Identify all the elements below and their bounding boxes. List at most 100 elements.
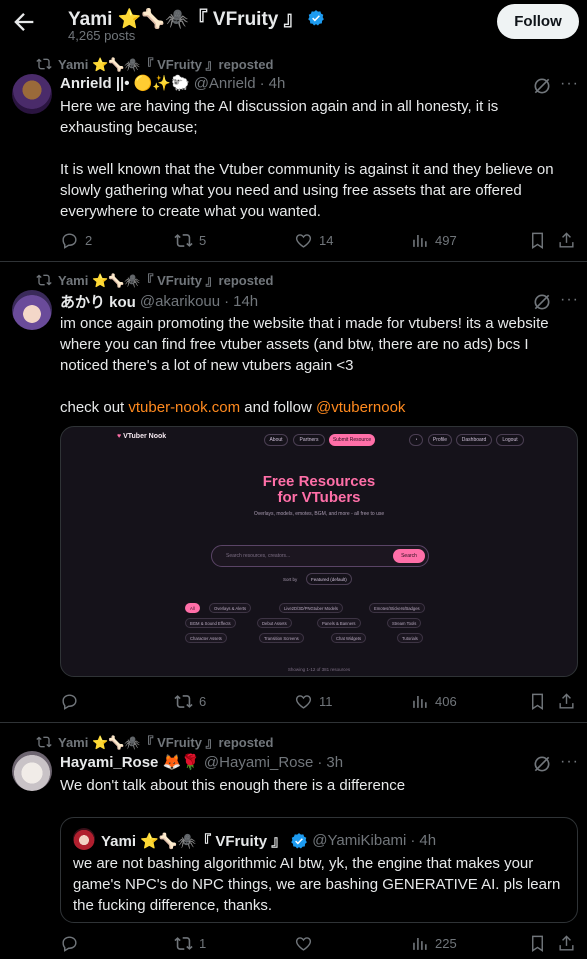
more-options-icon[interactable]: ···: [560, 753, 579, 771]
author-handle[interactable]: @Anrield: [194, 75, 256, 92]
quote-author-line: Yami ⭐🦴🕷️『 VFruity 』 @YamiKibami · 4h: [101, 830, 436, 851]
repost-icon: [174, 695, 193, 708]
verified-icon: [291, 832, 308, 848]
media-nav-item: Profile: [428, 434, 452, 446]
post-time[interactable]: 14h: [233, 293, 258, 310]
tweet-media-image[interactable]: ♥ VTuber Nook About Partners Submit Reso…: [60, 426, 578, 677]
repost-button[interactable]: 5: [174, 231, 206, 250]
media-brand: ♥ VTuber Nook: [117, 433, 166, 440]
repost-label: Yami ⭐🦴🕷️『 VFruity 』reposted: [58, 273, 274, 288]
author-line: あかり kou @akarikouu · 14h: [60, 291, 258, 312]
post-time[interactable]: 3h: [326, 754, 343, 771]
quote-avatar[interactable]: [73, 828, 95, 850]
repost-indicator: Yami ⭐🦴🕷️『 VFruity 』reposted: [36, 270, 273, 289]
avatar[interactable]: [12, 74, 52, 114]
tweet[interactable]: Yami ⭐🦴🕷️『 VFruity 』reposted Hayami_Rose…: [0, 723, 587, 959]
repost-count: 6: [199, 694, 207, 709]
repost-button[interactable]: 6: [174, 692, 206, 711]
tweet-paragraph: Here we are having the AI discussion aga…: [60, 98, 499, 136]
arrow-left-icon[interactable]: [10, 8, 38, 36]
like-button[interactable]: 11: [294, 692, 333, 711]
media-chip: Panels & Banners: [317, 618, 361, 628]
media-chip: Tutorials: [397, 633, 423, 643]
follow-button[interactable]: Follow: [497, 4, 579, 39]
share-icon[interactable]: [557, 231, 576, 250]
share-icon[interactable]: [557, 692, 576, 711]
repost-icon: [174, 234, 193, 247]
profile-header: Yami ⭐🦴🕷️『 VFruity 』 4,265 posts Follow: [0, 0, 587, 48]
reply-icon: [62, 233, 77, 249]
quote-post-time[interactable]: 4h: [419, 832, 436, 849]
avatar[interactable]: [12, 290, 52, 330]
media-chip: Transition Screens: [259, 633, 304, 643]
repost-icon: [36, 736, 52, 747]
views-button[interactable]: 225: [410, 934, 457, 953]
views-count: 406: [435, 694, 457, 709]
reply-button[interactable]: [60, 934, 85, 953]
bookmark-icon[interactable]: [528, 934, 547, 953]
media-nav-item: Logout: [496, 434, 524, 446]
grok-icon[interactable]: [532, 754, 552, 774]
media-search-button: Search: [393, 549, 425, 563]
author-name[interactable]: Hayami_Rose 🦊🌹: [60, 753, 200, 771]
media-chip: All: [185, 603, 200, 613]
views-icon: [413, 234, 427, 247]
media-brand-text: VTuber Nook: [123, 433, 167, 440]
media-sort-select: Featured (default): [306, 573, 352, 585]
author-handle[interactable]: @Hayami_Rose: [204, 754, 313, 771]
repost-button[interactable]: 1: [174, 934, 206, 953]
media-chip: Character Assets: [185, 633, 227, 643]
media-nav-item: Partners: [293, 434, 325, 446]
media-chip: Emotes/Stickers/Badges: [369, 603, 425, 613]
media-chip: Stream Tools: [387, 618, 422, 628]
media-chip: BGM & Sound Effects: [185, 618, 236, 628]
heart-icon: [295, 695, 312, 709]
like-button[interactable]: [294, 934, 319, 953]
website-link[interactable]: vtuber-nook.com: [128, 399, 240, 416]
quote-author-handle[interactable]: @YamiKibami: [312, 832, 406, 849]
mention-link[interactable]: @vtubernook: [316, 399, 405, 416]
author-name[interactable]: Anrield ||• 🟡✨🐑: [60, 74, 190, 92]
quote-author-name[interactable]: Yami ⭐🦴🕷️『 VFruity 』: [101, 830, 286, 851]
repost-indicator: Yami ⭐🦴🕷️『 VFruity 』reposted: [36, 732, 273, 751]
media-footer: Showing 1-12 of 381 resources: [287, 667, 351, 672]
views-button[interactable]: 497: [410, 231, 457, 250]
quoted-tweet[interactable]: Yami ⭐🦴🕷️『 VFruity 』 @YamiKibami · 4h we…: [60, 817, 578, 923]
views-button[interactable]: 406: [410, 692, 457, 711]
repost-count: 5: [199, 233, 207, 248]
avatar[interactable]: [12, 751, 52, 791]
profile-name: Yami ⭐🦴🕷️『 VFruity 』: [68, 9, 303, 30]
tweet-text: We don't talk about this enough there is…: [60, 775, 570, 796]
repost-icon: [36, 58, 52, 69]
dot-separator: ·: [224, 293, 230, 310]
tweet[interactable]: Yami ⭐🦴🕷️『 VFruity 』reposted あかり kou @ak…: [0, 262, 587, 723]
dot-separator: ·: [317, 753, 323, 771]
tweet-paragraph: check out vtuber-nook.com and follow @vt…: [60, 397, 570, 418]
reply-button[interactable]: [60, 692, 85, 711]
bookmark-icon[interactable]: [528, 231, 547, 250]
author-handle[interactable]: @akarikouu: [140, 293, 220, 310]
share-icon[interactable]: [557, 934, 576, 953]
text-segment: and follow: [240, 399, 316, 416]
media-tagline: Overlays, models, emotes, BGM, and more …: [253, 511, 385, 517]
media-heading: Free Resources: [262, 473, 376, 490]
media-sort-label: Sort by: [283, 577, 298, 582]
views-icon: [413, 937, 427, 950]
repost-label: Yami ⭐🦴🕷️『 VFruity 』reposted: [58, 735, 274, 750]
more-options-icon[interactable]: ···: [560, 291, 579, 309]
grok-icon[interactable]: [532, 292, 552, 312]
like-count: 14: [319, 233, 334, 248]
post-time[interactable]: 4h: [269, 75, 286, 92]
repost-icon: [174, 937, 193, 950]
tweet[interactable]: Yami ⭐🦴🕷️『 VFruity 』reposted Anrield ||•…: [0, 48, 587, 262]
reply-button[interactable]: 2: [60, 231, 92, 250]
tweet-actions: 6 11 406: [60, 692, 580, 712]
grok-icon[interactable]: [532, 76, 552, 96]
author-name[interactable]: あかり kou: [60, 291, 136, 312]
bookmark-icon[interactable]: [528, 692, 547, 711]
media-chip: Overlays & Alerts: [209, 603, 252, 613]
like-button[interactable]: 14: [294, 231, 333, 250]
media-chip: Live2D/3D/PNGtuber Models: [279, 603, 343, 613]
tweet-text: Here we are having the AI discussion aga…: [60, 96, 570, 222]
more-options-icon[interactable]: ···: [560, 75, 579, 93]
